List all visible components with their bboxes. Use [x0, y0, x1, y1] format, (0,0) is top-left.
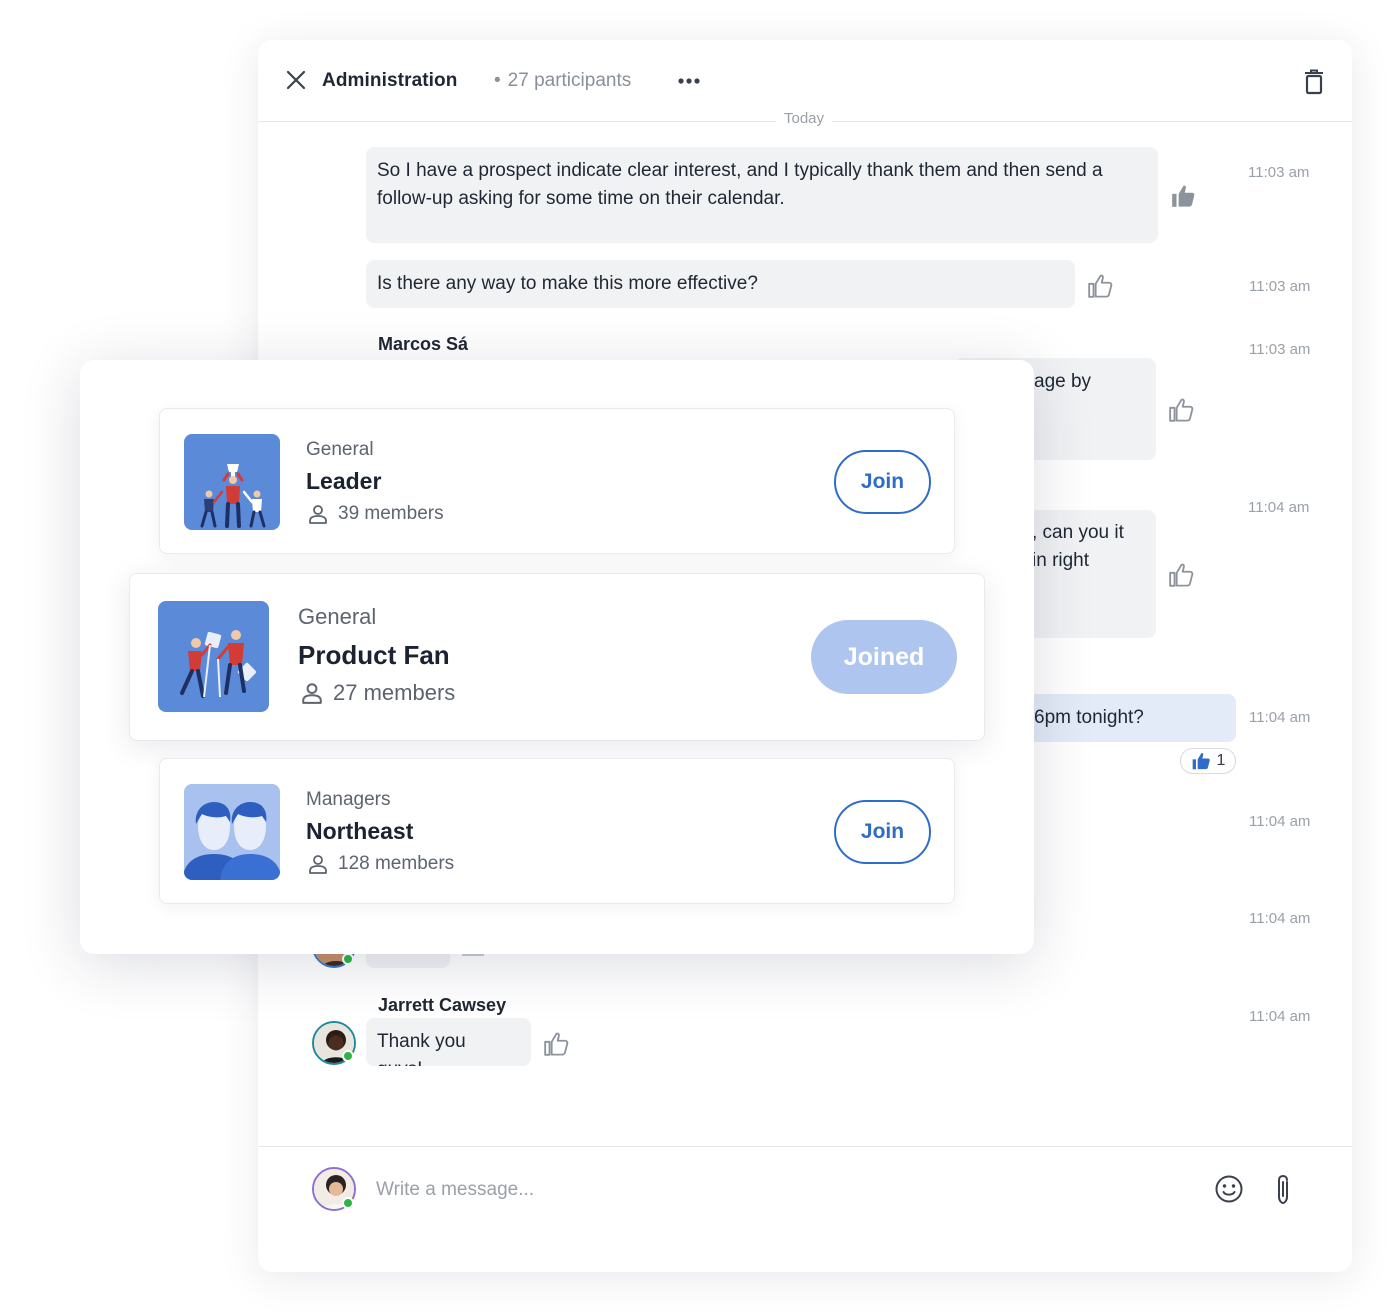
online-status-dot [342, 953, 354, 965]
join-button[interactable]: Join [834, 450, 931, 514]
group-members: 39 members [308, 503, 444, 525]
sender-name: Jarrett Cawsey [378, 995, 507, 1015]
group-category: Managers [306, 789, 391, 810]
member-icon [309, 855, 327, 874]
product-fans-illustration [158, 601, 269, 712]
like-filled-icon[interactable] [1170, 183, 1196, 209]
group-card-product-fan[interactable]: General Product Fan 27 members Joined [129, 573, 985, 741]
trophy-team-illustration [184, 434, 280, 530]
group-members: 128 members [308, 853, 454, 875]
group-name: Northeast [306, 818, 414, 844]
like-outline-icon[interactable] [543, 1031, 569, 1057]
members-count: 27 members [333, 680, 456, 705]
group-name: Leader [306, 468, 382, 494]
message-bubble: Thank you guys! [366, 1018, 531, 1066]
like-outline-icon[interactable] [1168, 397, 1194, 423]
join-button[interactable]: Join [834, 800, 931, 864]
separator-dot: • [494, 70, 501, 91]
participants-count[interactable]: • 27 participants [494, 70, 631, 92]
more-options-icon[interactable] [678, 72, 700, 90]
like-outline-icon[interactable] [1087, 273, 1113, 299]
participants-label: 27 participants [507, 70, 632, 91]
message-bubble: Is there any way to make this more effec… [366, 260, 1075, 308]
message-input[interactable] [376, 1173, 1176, 1207]
group-name: Product Fan [298, 640, 450, 670]
message-time: 11:03 am [1248, 164, 1310, 181]
group-thumbnail [184, 784, 280, 880]
like-outline-icon[interactable] [1168, 562, 1194, 588]
message-time: 11:03 am [1249, 341, 1311, 358]
sender-name: Marcos Sá [378, 334, 469, 354]
managers-illustration [184, 784, 280, 880]
group-thumbnail [184, 434, 280, 530]
joined-button[interactable]: Joined [811, 620, 957, 694]
emoji-icon[interactable] [1214, 1174, 1244, 1204]
message-bubble: So I have a prospect indicate clear inte… [366, 147, 1158, 243]
group-members: 27 members [301, 680, 455, 706]
group-category: General [306, 439, 374, 460]
like-filled-icon [1192, 752, 1210, 770]
members-count: 128 members [338, 853, 455, 874]
member-icon [302, 683, 322, 704]
group-card-northeast[interactable]: Managers Northeast 128 members Join [159, 758, 955, 904]
message-time: 11:03 am [1249, 278, 1311, 295]
groups-panel: General Leader 39 members Join General P… [80, 360, 1034, 954]
online-status-dot [342, 1050, 354, 1062]
member-icon [309, 505, 327, 524]
message-time: 11:04 am [1249, 709, 1311, 726]
online-status-dot [342, 1197, 354, 1209]
close-icon[interactable] [286, 70, 306, 90]
trash-icon[interactable] [1304, 69, 1324, 95]
group-thumbnail [158, 601, 269, 712]
message-composer [258, 1146, 1352, 1272]
date-divider: Today [776, 110, 833, 127]
attachment-icon[interactable] [1272, 1174, 1294, 1206]
group-card-leader[interactable]: General Leader 39 members Join [159, 408, 955, 554]
message-time: 11:04 am [1249, 813, 1311, 830]
message-time: 11:04 am [1249, 910, 1311, 927]
group-category: General [298, 604, 377, 629]
message-time: 11:04 am [1249, 1008, 1311, 1025]
reaction-count: 1 [1216, 752, 1226, 769]
chat-title: Administration [322, 70, 458, 91]
message-time: 11:04 am [1248, 499, 1310, 516]
reaction-pill[interactable]: 1 [1180, 748, 1236, 774]
members-count: 39 members [338, 503, 444, 524]
